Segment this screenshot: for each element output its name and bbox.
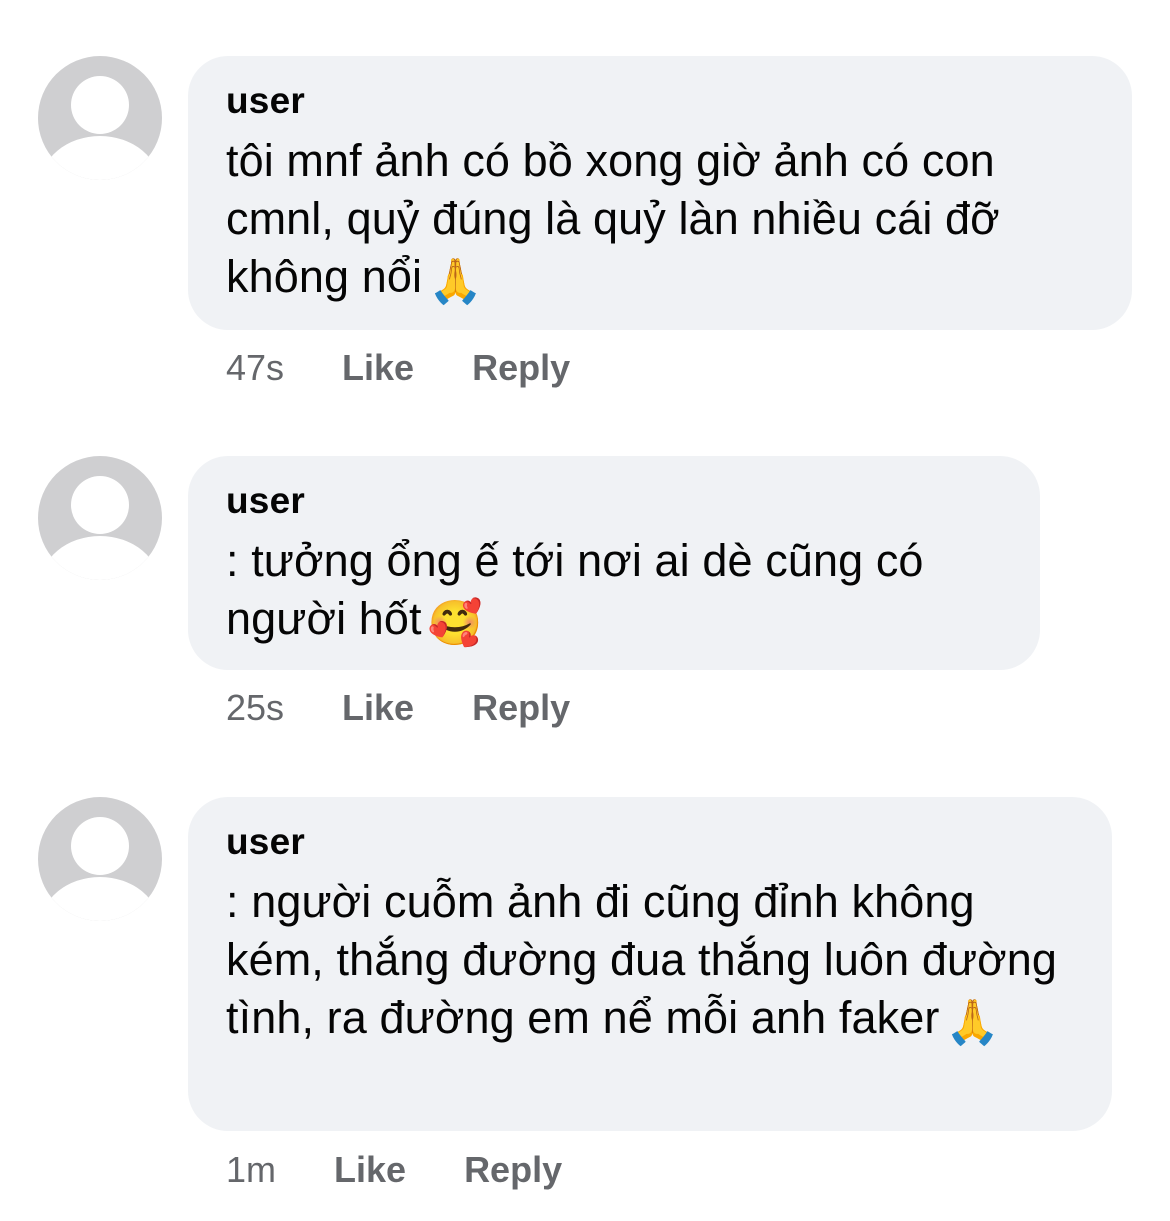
avatar[interactable] bbox=[38, 56, 162, 180]
comment-bubble: user tôi mnf ảnh có bồ xong giờ ảnh có c… bbox=[188, 56, 1132, 330]
comment-bubble: user : tưởng ổng ế tới nơi ai dè cũng có… bbox=[188, 456, 1040, 670]
comment-author[interactable]: user bbox=[226, 78, 1094, 124]
comment-timestamp[interactable]: 1m bbox=[226, 1148, 276, 1192]
comment-actions: 47s Like Reply bbox=[226, 346, 570, 390]
comment-text: : người cuỗm ảnh đi cũng đỉnh không kém,… bbox=[226, 873, 1074, 1047]
reply-button[interactable]: Reply bbox=[464, 1148, 562, 1192]
reply-button[interactable]: Reply bbox=[472, 686, 570, 730]
comment-bubble: user : người cuỗm ảnh đi cũng đỉnh không… bbox=[188, 797, 1112, 1131]
comment-text-content: : người cuỗm ảnh đi cũng đỉnh không kém,… bbox=[226, 876, 1058, 1043]
comment-actions: 25s Like Reply bbox=[226, 686, 570, 730]
like-button[interactable]: Like bbox=[342, 346, 414, 390]
like-button[interactable]: Like bbox=[334, 1148, 406, 1192]
reply-button[interactable]: Reply bbox=[472, 346, 570, 390]
avatar-shoulders-shape bbox=[40, 136, 160, 180]
avatar-shoulders-shape bbox=[40, 536, 160, 580]
comment-author[interactable]: user bbox=[226, 819, 1074, 865]
folded-hands-icon: 🙏 bbox=[428, 257, 483, 306]
avatar[interactable] bbox=[38, 456, 162, 580]
avatar-shoulders-shape bbox=[40, 877, 160, 921]
comment-actions: 1m Like Reply bbox=[226, 1148, 562, 1192]
avatar-head-shape bbox=[71, 817, 129, 875]
avatar[interactable] bbox=[38, 797, 162, 921]
comment-text-content: tôi mnf ảnh có bồ xong giờ ảnh có con cm… bbox=[226, 135, 1000, 302]
smiling-face-with-hearts-icon: 🥰 bbox=[427, 599, 483, 648]
comment-timestamp[interactable]: 25s bbox=[226, 686, 284, 730]
comment-text: : tưởng ổng ế tới nơi ai dè cũng có ngườ… bbox=[226, 532, 1002, 648]
like-button[interactable]: Like bbox=[342, 686, 414, 730]
comment-timestamp[interactable]: 47s bbox=[226, 346, 284, 390]
folded-hands-icon: 🙏 bbox=[945, 998, 1001, 1047]
comment-author[interactable]: user bbox=[226, 478, 1002, 524]
comment-text-content: : tưởng ổng ế tới nơi ai dè cũng có ngườ… bbox=[226, 535, 924, 644]
comment-text: tôi mnf ảnh có bồ xong giờ ảnh có con cm… bbox=[226, 132, 1094, 306]
avatar-head-shape bbox=[71, 476, 129, 534]
avatar-head-shape bbox=[71, 76, 129, 134]
